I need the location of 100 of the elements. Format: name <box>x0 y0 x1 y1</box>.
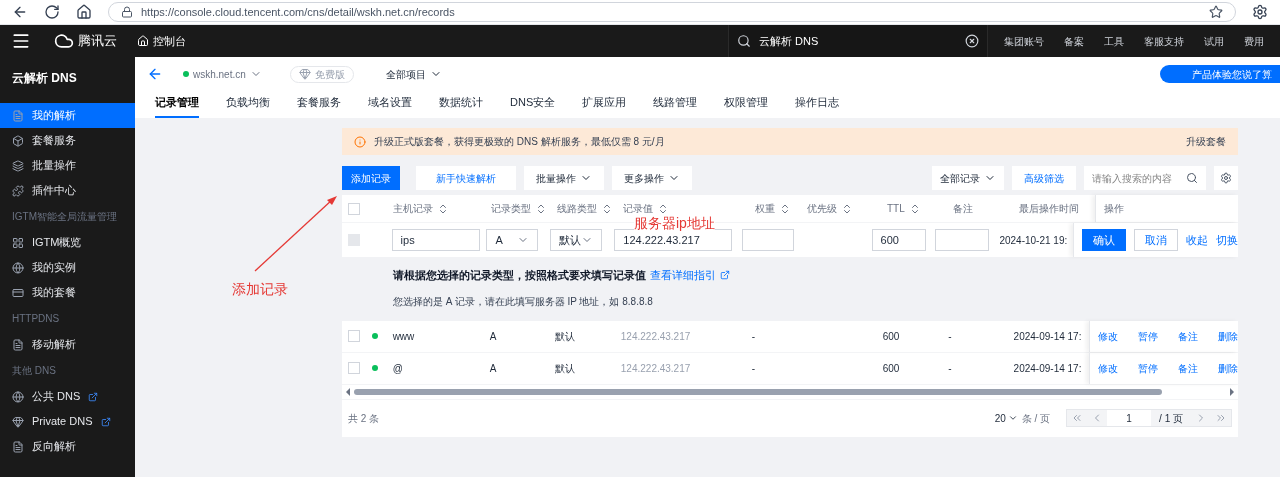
sidebar-item[interactable]: Private DNS <box>0 409 135 434</box>
annotation-label: 添加记录 <box>232 280 288 299</box>
action-link[interactable]: 暂停 <box>1138 328 1158 344</box>
toolbar-button[interactable]: 更多操作 <box>612 166 692 190</box>
action-link[interactable]: 备注 <box>1178 328 1198 344</box>
brand-name[interactable]: 腾讯云 <box>78 31 117 51</box>
nav-link[interactable]: 客服支持 <box>1144 33 1184 49</box>
action-link[interactable]: 删除 <box>1218 328 1238 344</box>
menu-icon[interactable] <box>11 31 31 51</box>
search-input[interactable]: 请输入搜索的内容 <box>1092 170 1186 186</box>
column-header[interactable]: 记录类型 <box>491 201 547 216</box>
tab[interactable]: 扩展应用 <box>582 93 627 118</box>
column-header[interactable]: 主机记录 <box>393 201 449 216</box>
advanced-filter-button[interactable]: 高级筛选 <box>1012 166 1076 190</box>
action-link[interactable]: 备注 <box>1178 360 1198 376</box>
tab[interactable]: 负载均衡 <box>226 93 270 118</box>
upgrade-link[interactable]: 升级套餐 <box>1186 134 1226 149</box>
lock-icon <box>121 6 133 18</box>
nav-link[interactable]: 集团账号 <box>1004 33 1044 49</box>
clear-icon[interactable] <box>965 34 979 48</box>
nav-link[interactable]: 试用 <box>1204 33 1224 49</box>
table-cell: - <box>751 330 756 342</box>
action-link[interactable]: 暂停 <box>1138 360 1158 376</box>
sidebar-item[interactable]: 我的套餐 <box>0 280 135 305</box>
cloud-logo-icon[interactable] <box>54 31 74 51</box>
column-header: 操作 <box>1104 202 1124 216</box>
search-field[interactable]: 云解析 DNS <box>728 25 988 57</box>
action-link[interactable]: 修改 <box>1098 360 1118 376</box>
item-icon <box>12 159 24 172</box>
item-icon <box>12 390 24 403</box>
external-link-icon[interactable] <box>720 270 730 281</box>
sidebar-item[interactable]: 套餐服务 <box>0 128 135 153</box>
scroll-right-icon[interactable] <box>1230 387 1234 396</box>
tab[interactable]: 操作日志 <box>795 93 840 118</box>
console-link[interactable]: 控制台 <box>153 32 186 50</box>
back-icon[interactable] <box>12 4 28 20</box>
toolbar-button[interactable]: 批量操作 <box>524 166 604 190</box>
toolbar-button[interactable]: 添加记录 <box>342 166 400 190</box>
table-cell: A <box>489 362 497 374</box>
item-icon <box>12 415 24 428</box>
sidebar-item[interactable]: 我的实例 <box>0 255 135 280</box>
sidebar-item[interactable]: 我的解析 <box>0 103 135 128</box>
project-selector[interactable]: 全部项目 <box>385 66 442 82</box>
sort-icon[interactable] <box>657 202 669 215</box>
sort-icon[interactable] <box>841 202 853 215</box>
tab[interactable]: 权限管理 <box>724 93 769 118</box>
tab[interactable]: 域名设置 <box>368 93 412 118</box>
feedback-button[interactable]: 产品体验您说了算 <box>1160 65 1280 83</box>
favorite-icon[interactable] <box>1209 5 1223 19</box>
sidebar-item[interactable]: IGTM概览 <box>0 230 135 255</box>
reload-icon[interactable] <box>44 4 60 20</box>
action-link[interactable]: 修改 <box>1098 328 1118 344</box>
filter-dropdown[interactable]: 全部记录 <box>932 166 1004 190</box>
checkbox[interactable] <box>348 330 360 342</box>
column-header[interactable]: TTL <box>887 201 921 216</box>
weight-input[interactable] <box>742 229 795 251</box>
scroll-left-icon[interactable] <box>346 387 350 396</box>
search-field[interactable]: 请输入搜索的内容 <box>1084 166 1206 190</box>
column-header[interactable]: 线路类型 <box>557 201 613 216</box>
nav-link[interactable]: 费用 <box>1244 33 1264 49</box>
settings-button[interactable] <box>1214 166 1238 190</box>
tab[interactable]: DNS安全 <box>510 93 556 118</box>
page-size-select[interactable]: 20 <box>994 410 1018 426</box>
sidebar-item[interactable]: 反向解析 <box>0 434 135 459</box>
sort-icon[interactable] <box>779 202 791 215</box>
sort-icon[interactable] <box>601 202 613 215</box>
guide-link[interactable]: 查看详细指引 <box>650 267 716 284</box>
sidebar-item[interactable]: 批量操作 <box>0 153 135 178</box>
item-icon <box>12 440 24 453</box>
sidebar-item[interactable]: 插件中心 <box>0 178 135 203</box>
sidebar-item[interactable]: 移动解析 <box>0 332 135 357</box>
column-header[interactable]: 权重 <box>755 201 791 216</box>
column-header[interactable]: 记录值 <box>623 201 669 216</box>
toolbar-button[interactable]: 新手快速解析 <box>416 166 516 190</box>
remark-input[interactable] <box>935 229 990 251</box>
nav-link[interactable]: 备案 <box>1064 33 1084 49</box>
nav-link[interactable]: 工具 <box>1104 33 1124 49</box>
tab[interactable]: 套餐服务 <box>297 93 341 118</box>
back-icon[interactable] <box>147 66 163 82</box>
tab[interactable]: 线路管理 <box>653 93 698 118</box>
search-icon[interactable] <box>1186 172 1198 184</box>
table-cell: - <box>948 330 952 342</box>
action-link[interactable]: 删除 <box>1218 360 1238 376</box>
sort-icon[interactable] <box>437 202 449 215</box>
checkbox[interactable] <box>348 362 360 374</box>
external-link-icon <box>100 416 111 427</box>
domain-selector[interactable]: wskh.net.cn <box>183 66 262 82</box>
home-icon[interactable] <box>76 4 92 20</box>
sort-icon[interactable] <box>535 202 547 215</box>
search-icon <box>737 34 751 48</box>
annotation-label: 服务器ip地址 <box>634 213 715 234</box>
horizontal-scrollbar[interactable] <box>354 388 1162 395</box>
table-cell: @ <box>392 362 403 374</box>
column-header[interactable]: 优先级 <box>807 201 853 216</box>
checkbox[interactable] <box>348 202 360 215</box>
table-cell: 默认 <box>555 362 576 374</box>
tab[interactable]: 记录管理 <box>155 93 199 118</box>
sidebar-item[interactable]: 公共 DNS <box>0 384 135 409</box>
tab[interactable]: 数据统计 <box>439 93 483 118</box>
table-cell: - <box>751 362 756 374</box>
